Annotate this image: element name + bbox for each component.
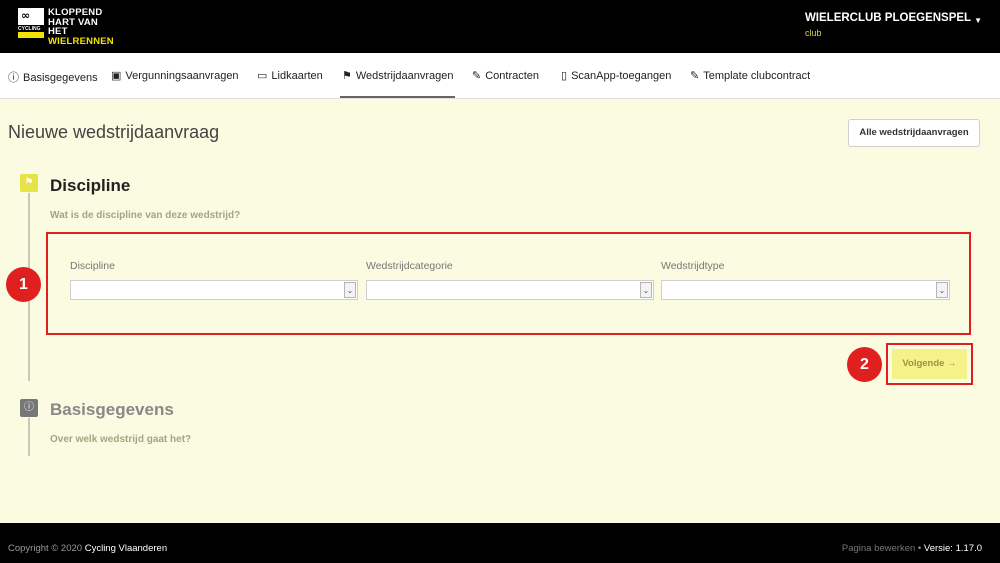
logo-line-2: HART VAN HET xyxy=(48,16,98,37)
step-subtitle: Wat is de discipline van deze wedstrijd? xyxy=(50,210,241,221)
wedstrijdcategorie-label: Wedstrijdcategorie xyxy=(366,260,453,272)
chevron-down-icon: ⌄ xyxy=(936,282,948,298)
step-title-basisgegevens: Basisgegevens xyxy=(50,400,174,419)
wedstrijdtype-select[interactable]: ⌄ xyxy=(661,280,950,300)
card-icon: ▭ xyxy=(257,70,268,82)
logo[interactable]: ∞ CYCLING KLOPPEND HART VAN HET WIELRENN… xyxy=(18,8,118,46)
nav-label: Vergunningsaanvragen xyxy=(125,70,239,82)
chevron-down-icon: ⌄ xyxy=(344,282,356,298)
phone-icon: ▯ xyxy=(561,70,568,82)
logo-mark: ∞ CYCLING xyxy=(18,8,44,38)
top-header: ∞ CYCLING KLOPPEND HART VAN HET WIELRENN… xyxy=(0,0,1000,53)
nav-label: Template clubcontract xyxy=(703,70,811,82)
next-button[interactable]: Volgende → xyxy=(892,349,967,379)
logo-text: KLOPPEND HART VAN HET WIELRENNEN xyxy=(48,8,118,46)
step-subtitle: Over welk wedstrijd gaat het? xyxy=(50,434,192,445)
logo-infinity-icon: ∞ xyxy=(21,9,31,22)
club-menu[interactable]: WIELERCLUB PLOEGENSPEL ▼ club xyxy=(805,12,982,38)
nav-label: Basisgegevens xyxy=(23,72,98,84)
footer: Copyright © 2020 Cycling Vlaanderen Pagi… xyxy=(0,523,1000,563)
nav-item-wedstrijdaanvragen[interactable]: ⚑ Wedstrijdaanvragen xyxy=(342,69,454,82)
discipline-label: Discipline xyxy=(70,260,115,272)
chevron-down-icon: ⌄ xyxy=(640,282,652,298)
club-name: WIELERCLUB PLOEGENSPEL xyxy=(804,12,972,24)
signature-icon: ✎ xyxy=(690,70,700,82)
active-tab-indicator xyxy=(340,96,455,98)
copyright: Copyright © 2020 Cycling Vlaanderen xyxy=(8,543,167,554)
flag-checkered-icon: ⚑ xyxy=(20,174,38,192)
nav-label: ScanApp-toegangen xyxy=(571,70,672,82)
brand-link[interactable]: Cycling Vlaanderen xyxy=(85,543,167,554)
signature-icon: ✎ xyxy=(472,70,482,82)
footer-separator: • xyxy=(917,543,922,554)
nav-label: Lidkaarten xyxy=(271,70,323,82)
main-nav: ⓘ Basisgegevens ▣ Vergunningsaanvragen ▭ Li… xyxy=(0,53,1000,99)
discipline-select[interactable]: ⌄ xyxy=(70,280,358,300)
version-text: Versie: 1.17.0 xyxy=(923,543,982,554)
wedstrijdtype-label: Wedstrijdtype xyxy=(661,260,725,272)
flag-checkered-icon: ⚑ xyxy=(342,70,352,82)
nav-label: Wedstrijdaanvragen xyxy=(355,70,454,82)
copyright-text: Copyright © 2020 xyxy=(8,543,83,554)
discipline-form: Discipline ⌄ Wedstrijdcategorie ⌄ Wedstr… xyxy=(46,232,971,335)
edit-page-link[interactable]: Pagina bewerken xyxy=(842,543,915,554)
info-circle-icon: ⓘ xyxy=(20,399,38,417)
next-button-highlight: Volgende → xyxy=(886,343,973,385)
step-connector xyxy=(28,418,30,456)
nav-item-lidkaarten[interactable]: ▭ Lidkaarten xyxy=(257,69,323,82)
footer-right: Pagina bewerken • Versie: 1.17.0 xyxy=(842,543,982,554)
nav-label: Contracten xyxy=(485,70,540,82)
info-circle-icon: ⓘ xyxy=(8,72,19,84)
all-requests-button[interactable]: Alle wedstrijdaanvragen xyxy=(848,119,980,147)
nav-item-scanapp-toegangen[interactable]: ▯ ScanApp-toegangen xyxy=(561,69,671,82)
nav-item-contracten[interactable]: ✎ Contracten xyxy=(472,69,539,82)
nav-item-basisgegevens[interactable]: ⓘ Basisgegevens xyxy=(8,69,98,85)
logo-line-3: WIELRENNEN xyxy=(48,35,114,47)
page-title: Nieuwe wedstrijdaanvraag xyxy=(8,122,220,142)
step-title-discipline: Discipline xyxy=(50,176,131,195)
nav-item-vergunningsaanvragen[interactable]: ▣ Vergunningsaanvragen xyxy=(111,69,239,82)
badge-icon: ▣ xyxy=(111,70,122,82)
annotation-badge-1: 1 xyxy=(6,267,41,302)
annotation-badge-2: 2 xyxy=(847,347,882,382)
caret-down-icon: ▼ xyxy=(974,16,982,25)
nav-item-template-clubcontract[interactable]: ✎ Template clubcontract xyxy=(690,69,810,82)
wedstrijdcategorie-select[interactable]: ⌄ xyxy=(366,280,654,300)
club-role: club xyxy=(804,28,822,38)
